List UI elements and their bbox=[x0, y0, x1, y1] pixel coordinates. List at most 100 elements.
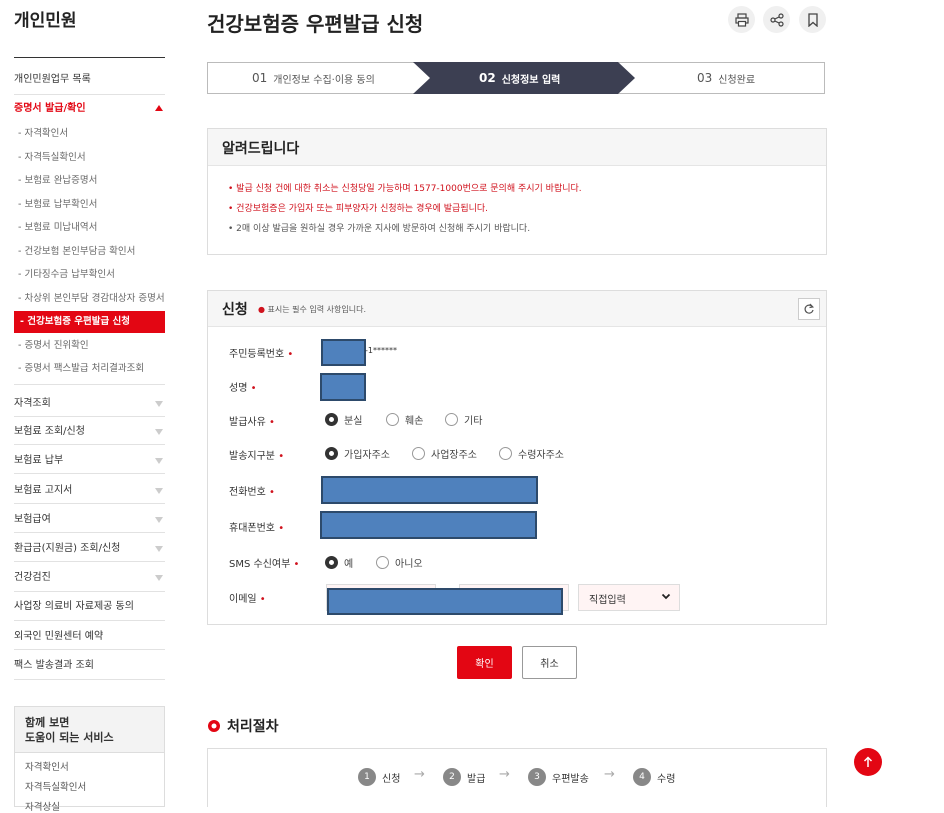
step-3: 03 신청완료 bbox=[697, 71, 756, 86]
sub-item-qualification-history[interactable]: - 자격득실확인서 bbox=[18, 151, 86, 164]
notice-item: • 건강보험증은 가입자 또는 피부양자가 신청하는 경우에 발급됩니다. bbox=[228, 204, 489, 214]
sms-radio-yes[interactable]: 예 bbox=[325, 555, 353, 570]
phone-input-redacted[interactable] bbox=[321, 476, 538, 504]
name-input-redacted[interactable] bbox=[320, 373, 366, 401]
sms-label: SMS 수신여부 • bbox=[229, 559, 300, 570]
reason-label: 발급사유 • bbox=[229, 417, 275, 428]
ship-radio-subscriber[interactable]: 가입자주소 bbox=[325, 446, 390, 461]
reset-button[interactable] bbox=[798, 298, 820, 320]
sidebar-title: 개인민원 bbox=[14, 11, 77, 31]
divider bbox=[14, 649, 165, 650]
reason-radio-other[interactable]: 기타 bbox=[445, 412, 482, 427]
sub-item-qualification[interactable]: - 자격확인서 bbox=[18, 127, 68, 140]
sidebar: 개인민원 개인민원업무 목록 증명서 발급/확인 - 자격확인서 - 자격득실확… bbox=[0, 0, 166, 813]
caret-down-icon bbox=[155, 458, 163, 464]
radio-icon bbox=[445, 413, 458, 426]
rrn-input-redacted[interactable] bbox=[321, 339, 366, 366]
ship-radio-recipient[interactable]: 수령자주소 bbox=[499, 446, 564, 461]
sub-item-copay[interactable]: - 건강보험 본인부담금 확인서 bbox=[18, 245, 135, 258]
rrn-label: 주민등록번호 • bbox=[229, 349, 294, 360]
application-form: 신청 ● 표시는 필수 입력 사항입니다. 주민등록번호 • -1****** … bbox=[207, 290, 827, 625]
confirm-button[interactable]: 확인 bbox=[457, 646, 512, 679]
mobile-input-redacted[interactable] bbox=[320, 511, 537, 539]
related-link[interactable]: 자격확인서 bbox=[15, 759, 164, 773]
page-title: 건강보험증 우편발급 신청 bbox=[207, 12, 424, 36]
caret-down-icon bbox=[155, 429, 163, 435]
notice-item: • 발급 신청 건에 대한 취소는 신청당일 가능하며 1577-1000번으로… bbox=[228, 184, 582, 194]
process-title: 처리절차 bbox=[207, 716, 279, 736]
related-services-title: 함께 보면 도움이 되는 서비스 bbox=[15, 707, 164, 753]
form-header: 신청 ● 표시는 필수 입력 사항입니다. bbox=[208, 291, 826, 327]
radio-icon bbox=[376, 556, 389, 569]
sub-item-fax-result[interactable]: - 증명서 팩스발급 처리결과조회 bbox=[18, 362, 144, 375]
sidebar-title-rule bbox=[14, 57, 165, 58]
caret-up-icon bbox=[155, 105, 163, 111]
sidebar-item-benefits[interactable]: 보험급여 bbox=[14, 513, 165, 527]
sub-item-near-poverty[interactable]: - 차상위 본인부담 경감대상자 증명서 bbox=[18, 292, 165, 305]
sidebar-item-foreigner-reservation[interactable]: 외국인 민원센터 예약 bbox=[14, 630, 165, 644]
progress-steps: 01 개인정보 수집·이용 동의 02 신청정보 입력 03 신청완료 bbox=[207, 62, 825, 94]
caret-down-icon bbox=[155, 517, 163, 523]
sidebar-item-medical-data-consent[interactable]: 사업장 의료비 자료제공 동의 bbox=[14, 600, 165, 614]
radio-icon bbox=[412, 447, 425, 460]
sub-item-payment-confirm[interactable]: - 보험료 납부확인서 bbox=[18, 198, 97, 211]
refresh-icon bbox=[804, 303, 815, 314]
divider bbox=[14, 532, 165, 533]
cancel-button[interactable]: 취소 bbox=[522, 646, 577, 679]
divider bbox=[14, 444, 165, 445]
bookmark-icon bbox=[807, 12, 818, 27]
related-link[interactable]: 자격득실확인서 bbox=[15, 779, 164, 793]
sidebar-item-label: 증명서 발급/확인 bbox=[14, 103, 86, 114]
caret-down-icon bbox=[155, 546, 163, 552]
step-2-active: 02 신청정보 입력 bbox=[479, 71, 561, 86]
process-step: 2 발급 bbox=[443, 768, 485, 786]
radio-checked-icon bbox=[325, 413, 338, 426]
sidebar-item-checkup[interactable]: 건강검진 bbox=[14, 571, 165, 585]
email-domain-select[interactable]: 직접입력 bbox=[578, 584, 680, 611]
arrow-up-icon bbox=[863, 756, 873, 767]
process-step: 3 우편발송 bbox=[528, 768, 589, 786]
sidebar-item-premium-inquiry[interactable]: 보험료 조회/신청 bbox=[14, 425, 165, 439]
sidebar-item-qualification-inquiry[interactable]: 자격조회 bbox=[14, 397, 165, 411]
ship-radio-workplace[interactable]: 사업장주소 bbox=[412, 446, 477, 461]
scroll-top-button[interactable] bbox=[854, 748, 882, 776]
print-button[interactable] bbox=[728, 6, 755, 33]
notice-box: 알려드립니다 • 발급 신청 건에 대한 취소는 신청당일 가능하며 1577-… bbox=[207, 128, 827, 255]
sidebar-item-refund[interactable]: 환급금(지원금) 조회/신청 bbox=[14, 542, 165, 556]
email-input-redacted[interactable] bbox=[327, 588, 563, 615]
process-step: 4 수령 bbox=[633, 768, 675, 786]
sub-item-verify[interactable]: - 증명서 진위확인 bbox=[18, 339, 89, 352]
reason-radio-damaged[interactable]: 훼손 bbox=[386, 412, 423, 427]
sidebar-item-list[interactable]: 개인민원업무 목록 bbox=[14, 73, 165, 87]
process-step: 1 신청 bbox=[358, 768, 400, 786]
name-label: 성명 • bbox=[229, 383, 257, 394]
sms-radio-no[interactable]: 아니오 bbox=[376, 555, 423, 570]
location-pin-icon bbox=[208, 720, 220, 732]
divider bbox=[14, 503, 165, 504]
phone-label: 전화번호 • bbox=[229, 487, 275, 498]
sub-item-card-mail-active[interactable]: - 건강보험증 우편발급 신청 bbox=[14, 311, 165, 333]
divider bbox=[14, 561, 165, 562]
sub-item-other-payment[interactable]: - 기타징수금 납부확인서 bbox=[18, 268, 115, 281]
notice-item: • 2매 이상 발급을 원하실 경우 가까운 지사에 방문하여 신청해 주시기 … bbox=[228, 224, 531, 234]
share-button[interactable] bbox=[763, 6, 790, 33]
sub-item-full-payment[interactable]: - 보험료 완납증명서 bbox=[18, 174, 97, 187]
bookmark-button[interactable] bbox=[799, 6, 826, 33]
print-icon bbox=[734, 12, 749, 27]
reason-radio-lost[interactable]: 분실 bbox=[325, 412, 362, 427]
sidebar-item-premium-payment[interactable]: 보험료 납부 bbox=[14, 454, 165, 468]
caret-down-icon bbox=[155, 488, 163, 494]
arrow-right-icon: → bbox=[414, 767, 425, 782]
process-steps: 1 신청 → 2 발급 → 3 우편발송 → 4 수령 bbox=[207, 748, 827, 807]
arrow-right-icon: → bbox=[604, 767, 615, 782]
sub-item-unpaid[interactable]: - 보험료 미납내역서 bbox=[18, 221, 97, 234]
divider bbox=[14, 473, 165, 474]
mobile-label: 휴대폰번호 • bbox=[229, 523, 285, 534]
sidebar-item-certificates[interactable]: 증명서 발급/확인 bbox=[14, 102, 165, 116]
related-link[interactable]: 자격상실 bbox=[15, 799, 164, 813]
required-note: ● 표시는 필수 입력 사항입니다. bbox=[258, 305, 367, 314]
sidebar-item-fax-send-result[interactable]: 팩스 발송결과 조회 bbox=[14, 659, 165, 673]
sidebar-item-premium-bill[interactable]: 보험료 고지서 bbox=[14, 484, 165, 498]
divider bbox=[14, 679, 165, 680]
related-services: 함께 보면 도움이 되는 서비스 자격확인서 자격득실확인서 자격상실 bbox=[14, 706, 165, 813]
